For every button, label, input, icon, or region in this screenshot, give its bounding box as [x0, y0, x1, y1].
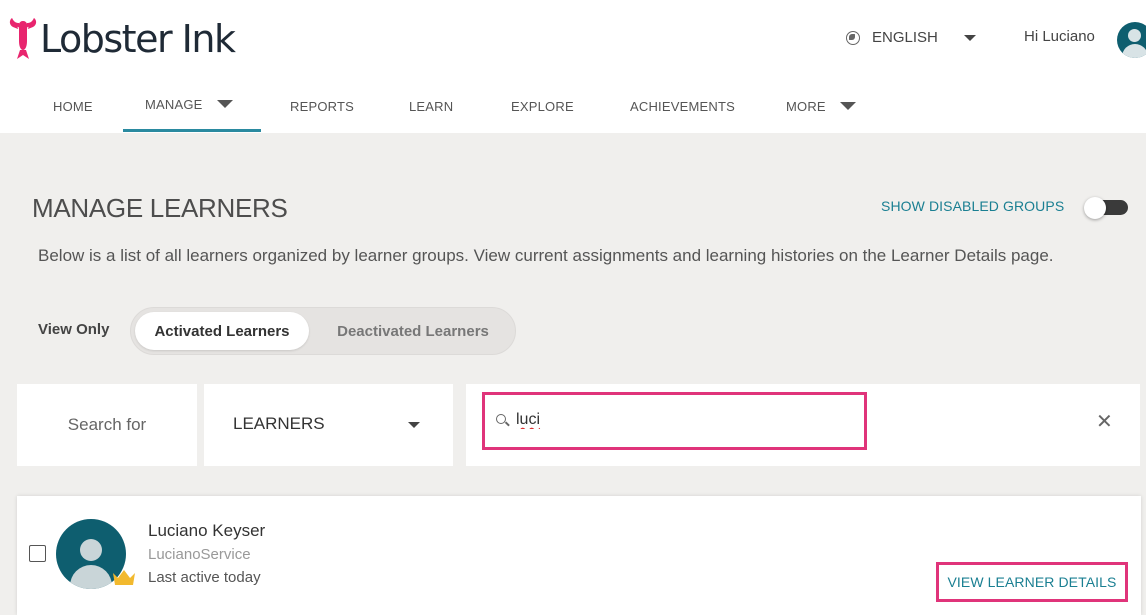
nav-more[interactable]: MORE: [786, 99, 856, 114]
top-header: Lobster Ink ENGLISH Hi Luciano HOME MANA…: [0, 0, 1146, 133]
nav-label: EXPLORE: [511, 99, 574, 114]
search-type-select[interactable]: LEARNERS: [204, 384, 453, 466]
learner-status-filter: Activated Learners Deactivated Learners: [130, 307, 516, 355]
nav-explore[interactable]: EXPLORE: [511, 99, 574, 114]
view-only-label: View Only: [38, 321, 110, 338]
nav-label: REPORTS: [290, 99, 355, 114]
chevron-down-icon: [408, 422, 420, 428]
tab-deactivated-learners[interactable]: Deactivated Learners: [315, 312, 511, 350]
learner-select-checkbox[interactable]: [29, 545, 46, 562]
globe-icon: [846, 30, 860, 45]
learner-card: Luciano Keyser LucianoService Last activ…: [17, 496, 1141, 615]
toggle-knob: [1084, 197, 1106, 219]
nav-label: MANAGE: [145, 97, 203, 112]
active-tab-indicator: [123, 129, 261, 132]
nav-home[interactable]: HOME: [53, 99, 93, 114]
nav-learn[interactable]: LEARN: [409, 99, 453, 114]
learner-username: LucianoService: [148, 546, 251, 563]
brand-logo[interactable]: Lobster Ink: [8, 14, 236, 64]
chevron-down-icon: [216, 100, 233, 108]
nav-label: ACHIEVEMENTS: [630, 99, 735, 114]
nav-label: LEARN: [409, 99, 454, 114]
lobster-icon: [9, 18, 37, 59]
show-disabled-groups-toggle[interactable]: [1084, 197, 1128, 219]
learner-last-active: Last active today: [148, 569, 261, 586]
nav-label: MORE: [786, 99, 826, 114]
chevron-down-icon: [839, 102, 856, 110]
user-greeting[interactable]: Hi Luciano: [1024, 28, 1095, 45]
page-description: Below is a list of all learners organize…: [38, 246, 1054, 265]
nav-achievements[interactable]: ACHIEVEMENTS: [630, 99, 735, 114]
brand-name: Lobster Ink: [40, 17, 236, 61]
page-title: MANAGE LEARNERS: [32, 193, 288, 223]
show-disabled-groups-label[interactable]: SHOW DISABLED GROUPS: [881, 198, 1064, 214]
search-for-label: Search for: [17, 384, 197, 466]
search-type-value: LEARNERS: [233, 414, 325, 433]
main-nav: HOME MANAGE REPORTS LEARN EXPLORE ACHIEV…: [0, 82, 900, 133]
view-learner-details-button[interactable]: VIEW LEARNER DETAILS: [936, 562, 1128, 602]
search-highlight: [482, 392, 867, 450]
user-avatar[interactable]: [1117, 22, 1146, 58]
learner-name: Luciano Keyser: [148, 521, 266, 540]
tab-activated-learners[interactable]: Activated Learners: [135, 312, 309, 350]
nav-label: HOME: [53, 99, 93, 114]
chevron-down-icon: [963, 34, 976, 41]
language-selector[interactable]: ENGLISH: [846, 29, 976, 46]
close-icon[interactable]: ✕: [1096, 412, 1113, 432]
nav-reports[interactable]: REPORTS: [290, 99, 354, 114]
nav-manage[interactable]: MANAGE: [145, 97, 233, 112]
language-label: ENGLISH: [872, 29, 938, 46]
crown-icon: [113, 570, 135, 585]
